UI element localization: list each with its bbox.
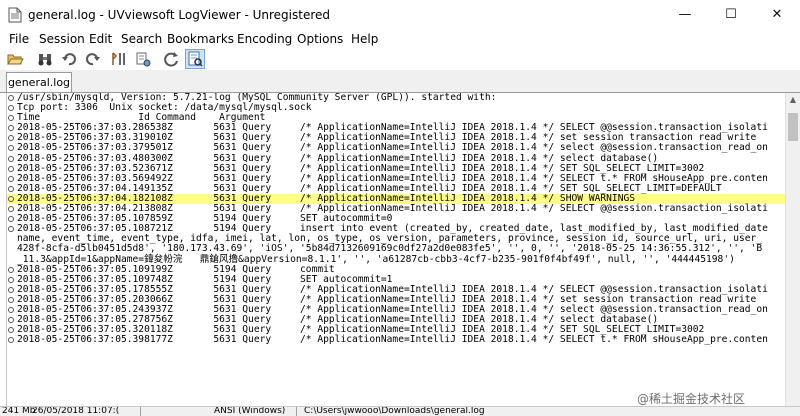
bookmark-dot-icon[interactable]	[8, 337, 14, 344]
maximize-button[interactable]: ☐	[708, 0, 754, 30]
bookmark-dot-icon[interactable]	[8, 286, 14, 293]
bookmark-dot-icon[interactable]	[8, 145, 14, 152]
vertical-scrollbar[interactable]: ▲	[785, 93, 800, 406]
bookmark-dot-icon[interactable]	[8, 317, 14, 324]
refresh-icon[interactable]	[162, 50, 180, 68]
bookmark-dot-icon[interactable]	[8, 216, 14, 223]
binoculars-icon[interactable]	[36, 50, 54, 68]
tab-general-log[interactable]: general.log	[6, 72, 72, 92]
menu-search[interactable]: Search	[120, 30, 163, 48]
monitor-icon[interactable]	[185, 49, 205, 69]
bookmark-dot-icon[interactable]	[8, 206, 14, 213]
bookmark-dot-icon[interactable]	[8, 185, 14, 192]
bookmark-dot-icon[interactable]	[8, 296, 14, 303]
title-bar: general.log - UVviewsoft LogViewer - Unr…	[0, 0, 800, 30]
bookmark-dot-icon[interactable]	[8, 155, 14, 162]
bookmark-dot-icon[interactable]	[8, 165, 14, 172]
log-view[interactable]: /usr/sbin/mysqld, Version: 5.7.21-log (M…	[6, 93, 800, 406]
log-line-text: 2018-05-25T06:37:05.398177Z 5631 Query /…	[17, 334, 768, 346]
toolbar	[0, 48, 800, 70]
bookmark-dot-icon[interactable]	[8, 195, 14, 202]
close-button[interactable]: ✕	[754, 0, 800, 30]
bookmark-dot-icon[interactable]	[8, 135, 14, 142]
undo-icon[interactable]	[60, 50, 78, 68]
bookmark-dot-icon[interactable]	[8, 125, 14, 132]
scroll-thumb[interactable]	[788, 113, 798, 141]
menu-edit[interactable]: Edit	[88, 30, 113, 48]
bookmark-dot-icon[interactable]	[8, 95, 14, 101]
minimize-button[interactable]: —	[662, 0, 708, 30]
filter-icon[interactable]	[110, 50, 128, 68]
bookmark-dot-icon[interactable]	[8, 105, 14, 112]
log-lines[interactable]: /usr/sbin/mysqld, Version: 5.7.21-log (M…	[7, 93, 787, 406]
open-folder-icon[interactable]	[6, 50, 24, 68]
menu-session[interactable]: Session	[38, 30, 86, 48]
bookmark-dot-icon[interactable]	[8, 115, 14, 122]
bookmark-dot-icon[interactable]	[8, 306, 14, 313]
menu-bar: File Session Edit Search Bookmarks Encod…	[0, 30, 800, 48]
tab-strip: general.log	[0, 70, 800, 93]
window-title: general.log - UVviewsoft LogViewer - Unr…	[28, 8, 331, 22]
app-document-icon	[8, 7, 22, 23]
menu-file[interactable]: File	[8, 30, 30, 48]
watermark: @稀土掘金技术社区	[637, 392, 746, 406]
bookmark-dot-icon[interactable]	[8, 266, 14, 273]
menu-options[interactable]: Options	[296, 30, 344, 48]
log-line[interactable]: 2018-05-25T06:37:05.398177Z 5631 Query /…	[7, 335, 787, 345]
menu-help[interactable]: Help	[350, 30, 379, 48]
bookmark-dot-icon[interactable]	[8, 226, 14, 233]
filter-config-icon[interactable]	[134, 50, 152, 68]
menu-bookmarks[interactable]: Bookmarks	[166, 30, 235, 48]
bookmark-dot-icon[interactable]	[8, 327, 14, 334]
bookmark-dot-icon[interactable]	[8, 276, 14, 283]
menu-encoding[interactable]: Encoding	[236, 30, 293, 48]
bookmark-dot-icon[interactable]	[8, 175, 14, 182]
scroll-up-icon[interactable]: ▲	[786, 93, 800, 107]
redo-icon[interactable]	[84, 50, 102, 68]
